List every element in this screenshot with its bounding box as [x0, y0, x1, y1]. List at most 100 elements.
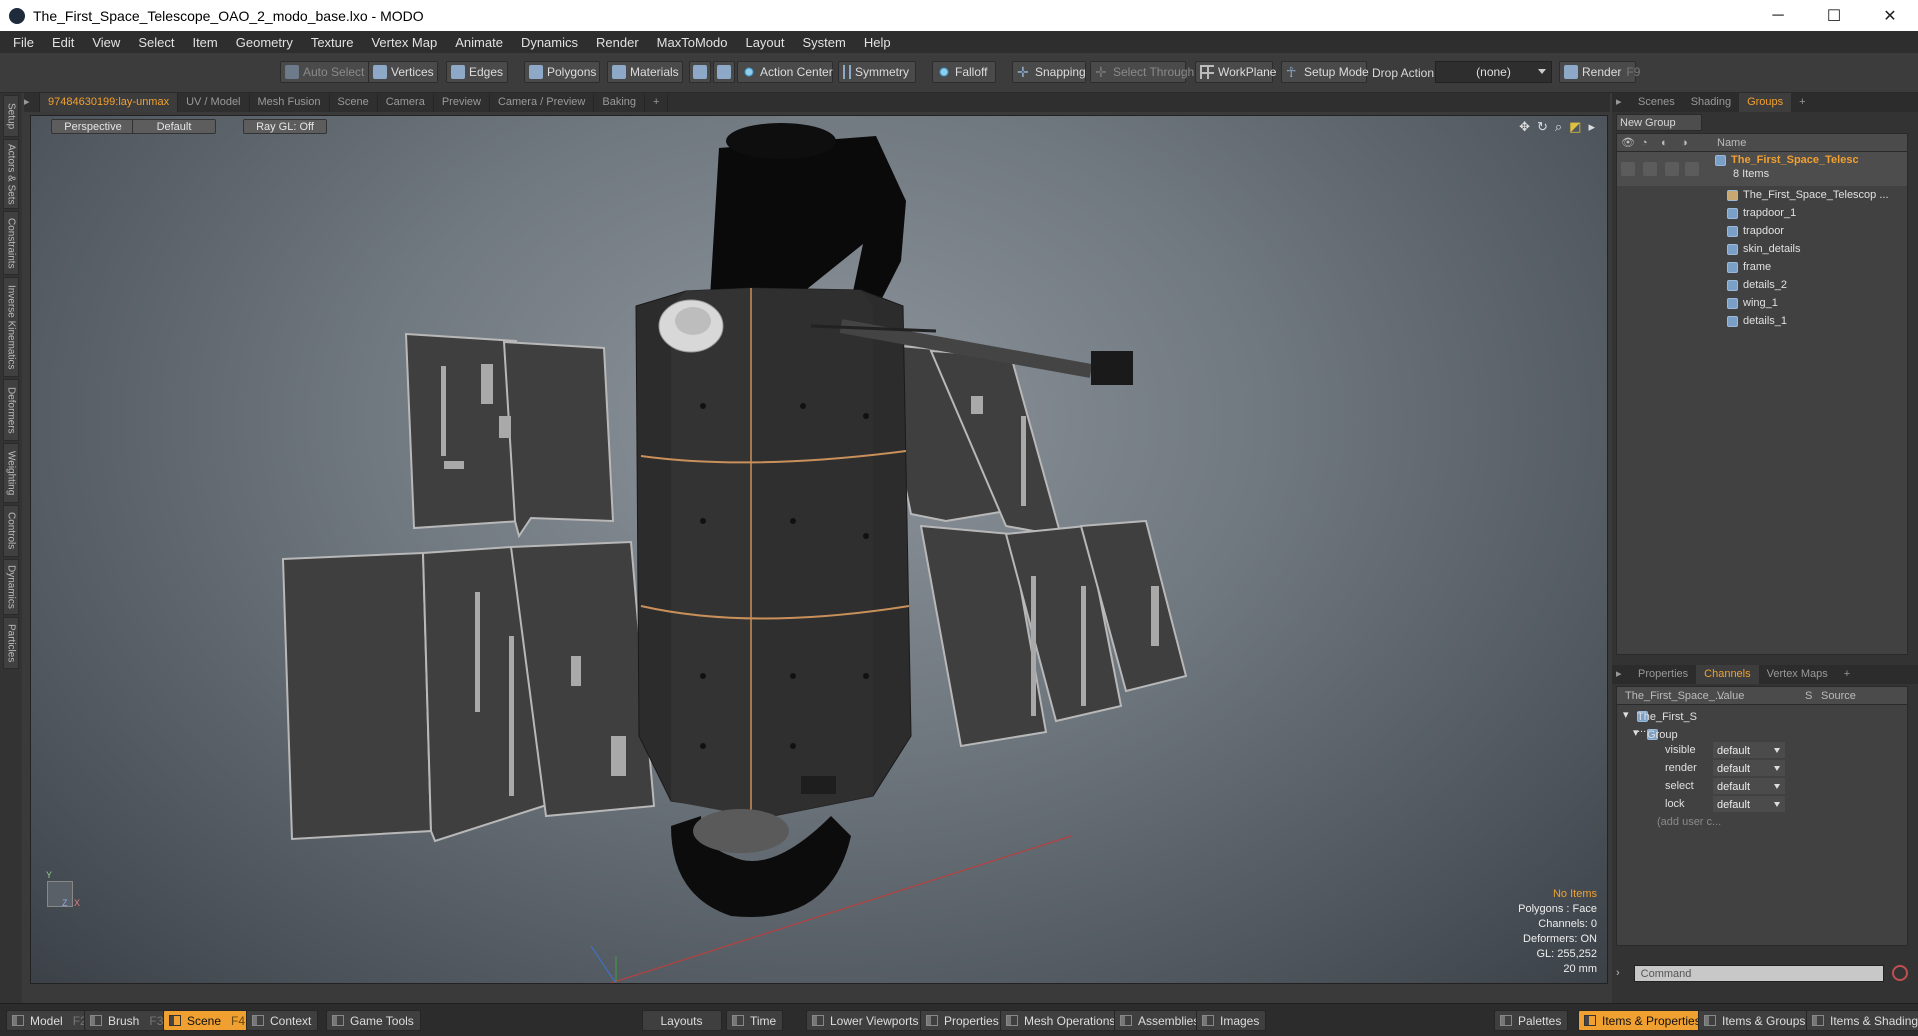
add-panel-tab-button[interactable]: + — [1836, 665, 1858, 684]
select-through-button[interactable]: ✛ Select Through — [1090, 61, 1194, 83]
snapping-button[interactable]: ✛ Snapping — [1012, 61, 1086, 83]
tab-vertex-maps[interactable]: Vertex Maps — [1759, 665, 1836, 684]
viewport-menu-icon[interactable]: ▸ — [24, 93, 40, 112]
channel-row[interactable]: select default — [1617, 777, 1907, 795]
menu-geometry[interactable]: Geometry — [227, 35, 302, 50]
palettes-button[interactable]: Palettes — [1494, 1010, 1569, 1031]
mesh-operations-button[interactable]: Mesh Operations — [1000, 1010, 1123, 1031]
lower-viewports-button[interactable]: Lower Viewports — [806, 1010, 926, 1031]
tab-particles[interactable]: Particles — [3, 617, 19, 669]
scene-layout-button[interactable]: Scene F4 — [163, 1010, 253, 1031]
lock-toggle[interactable] — [1685, 162, 1699, 176]
game-tools-layout-button[interactable]: Game Tools — [326, 1010, 421, 1031]
menu-animate[interactable]: Animate — [446, 35, 512, 50]
group-item[interactable]: The_First_Space_Telescop ... — [1617, 186, 1907, 204]
menu-layout[interactable]: Layout — [736, 35, 793, 50]
channel-value-select[interactable]: default — [1713, 796, 1785, 812]
panel-menu-icon[interactable]: ▸ — [1612, 93, 1630, 112]
action-center-button[interactable]: Action Center — [737, 61, 833, 83]
group-item[interactable]: frame — [1617, 258, 1907, 276]
symmetry-button[interactable]: Symmetry — [838, 61, 916, 83]
tab-mesh-fusion[interactable]: Mesh Fusion — [250, 93, 330, 112]
tab-actors-sets[interactable]: Actors & Sets — [3, 139, 19, 209]
fit-icon[interactable]: ◩ — [1569, 119, 1581, 135]
tab-camera-preview[interactable]: Camera / Preview — [490, 93, 595, 112]
minimize-button[interactable]: ─ — [1750, 0, 1806, 31]
channel-row[interactable]: lock default — [1617, 795, 1907, 813]
tab-deformers[interactable]: Deformers — [3, 379, 19, 441]
setup-mode-button[interactable]: ☥ Setup Mode — [1281, 61, 1369, 83]
3d-viewport[interactable]: Perspective Default Ray GL: Off Y X Z ✥ … — [30, 115, 1608, 984]
visibility-toggle[interactable] — [1621, 162, 1635, 176]
select-toggle[interactable] — [1665, 162, 1679, 176]
model-layout-button[interactable]: Model F2 — [6, 1010, 94, 1031]
items-shading-button[interactable]: Items & Shading — [1806, 1010, 1918, 1031]
channel-row[interactable]: visible default — [1617, 741, 1907, 759]
viewport-options-icon[interactable]: ▸ — [1588, 119, 1595, 135]
materials-button[interactable]: Materials — [607, 61, 683, 83]
layouts-button[interactable]: Layouts — [642, 1010, 722, 1031]
context-layout-button[interactable]: Context — [246, 1010, 319, 1031]
tab-preview[interactable]: Preview — [434, 93, 490, 112]
record-icon[interactable] — [1891, 965, 1908, 981]
group-root-row[interactable]: The_First_Space_Telesc 8 Items — [1617, 152, 1907, 186]
menu-vertex-map[interactable]: Vertex Map — [362, 35, 446, 50]
menu-texture[interactable]: Texture — [302, 35, 363, 50]
items-groups-button[interactable]: Items & Groups — [1698, 1010, 1813, 1031]
tab-groups[interactable]: Groups — [1739, 93, 1792, 112]
edges-button[interactable]: Edges — [446, 61, 508, 83]
render-button[interactable]: Render F9 — [1559, 61, 1640, 83]
items-properties-button[interactable]: Items & Properties — [1578, 1010, 1708, 1031]
menu-dynamics[interactable]: Dynamics — [512, 35, 587, 50]
menu-help[interactable]: Help — [855, 35, 900, 50]
tab-shading[interactable]: Shading — [1683, 93, 1739, 112]
auto-select-button[interactable]: Auto Select — [280, 61, 370, 83]
assemblies-button[interactable]: Assemblies — [1114, 1010, 1207, 1031]
group-item[interactable]: trapdoor — [1617, 222, 1907, 240]
tab-constraints[interactable]: Constraints — [3, 211, 19, 275]
polygons-button[interactable]: Polygons — [524, 61, 600, 83]
tab-properties[interactable]: Properties — [1630, 665, 1696, 684]
group-item[interactable]: trapdoor_1 — [1617, 204, 1907, 222]
channel-item-row[interactable]: ▾ The_First_S ... — [1617, 705, 1907, 735]
pan-icon[interactable]: ✥ — [1519, 119, 1530, 135]
workplane-button[interactable]: WorkPlane — [1195, 61, 1276, 83]
menu-select[interactable]: Select — [129, 35, 183, 50]
tab-uv-model[interactable]: UV / Model — [178, 93, 250, 112]
new-group-button[interactable]: New Group — [1616, 114, 1702, 131]
zoom-icon[interactable]: ⌕ — [1555, 119, 1562, 135]
add-panel-tab-button[interactable]: + — [1791, 93, 1813, 112]
command-input[interactable]: Command — [1633, 964, 1884, 982]
command-history-icon[interactable]: › — [1616, 967, 1620, 979]
render-toggle[interactable] — [1643, 162, 1657, 176]
rotate-icon[interactable]: ↻ — [1537, 119, 1548, 135]
menu-system[interactable]: System — [794, 35, 855, 50]
channel-group-row[interactable]: ▾ Group — [1617, 723, 1907, 741]
expand-icon[interactable]: ▾ — [1623, 708, 1629, 721]
drop-action-select[interactable]: (none) — [1435, 61, 1552, 83]
menu-edit[interactable]: Edit — [43, 35, 83, 50]
tab-dynamics[interactable]: Dynamics — [3, 559, 19, 615]
group-item[interactable]: details_2 — [1617, 276, 1907, 294]
group-item[interactable]: wing_1 — [1617, 294, 1907, 312]
tab-inverse-kinematics[interactable]: Inverse Kinematics — [3, 277, 19, 377]
tab-lay-unmax[interactable]: 97484630199:lay-unmax — [40, 93, 179, 112]
add-tab-button[interactable]: + — [645, 93, 669, 112]
menu-maxtomodo[interactable]: MaxToModo — [648, 35, 737, 50]
menu-render[interactable]: Render — [587, 35, 648, 50]
selection-set-button[interactable] — [689, 61, 711, 83]
menu-view[interactable]: View — [83, 35, 129, 50]
expand-icon[interactable]: ▾ — [1633, 726, 1639, 739]
menu-item[interactable]: Item — [183, 35, 226, 50]
tab-baking[interactable]: Baking — [594, 93, 646, 112]
channel-value-select[interactable]: default — [1713, 742, 1785, 758]
add-user-channel-row[interactable]: (add user c... — [1617, 813, 1907, 831]
brush-layout-button[interactable]: Brush F3 — [84, 1010, 171, 1031]
falloff-button[interactable]: Falloff — [932, 61, 996, 83]
panel-menu-icon[interactable]: ▸ — [1612, 665, 1630, 684]
selection-convert-button[interactable] — [713, 61, 735, 83]
close-button[interactable]: ✕ — [1862, 0, 1918, 31]
vertices-button[interactable]: Vertices — [368, 61, 438, 83]
tab-scenes[interactable]: Scenes — [1630, 93, 1683, 112]
tab-camera[interactable]: Camera — [378, 93, 434, 112]
